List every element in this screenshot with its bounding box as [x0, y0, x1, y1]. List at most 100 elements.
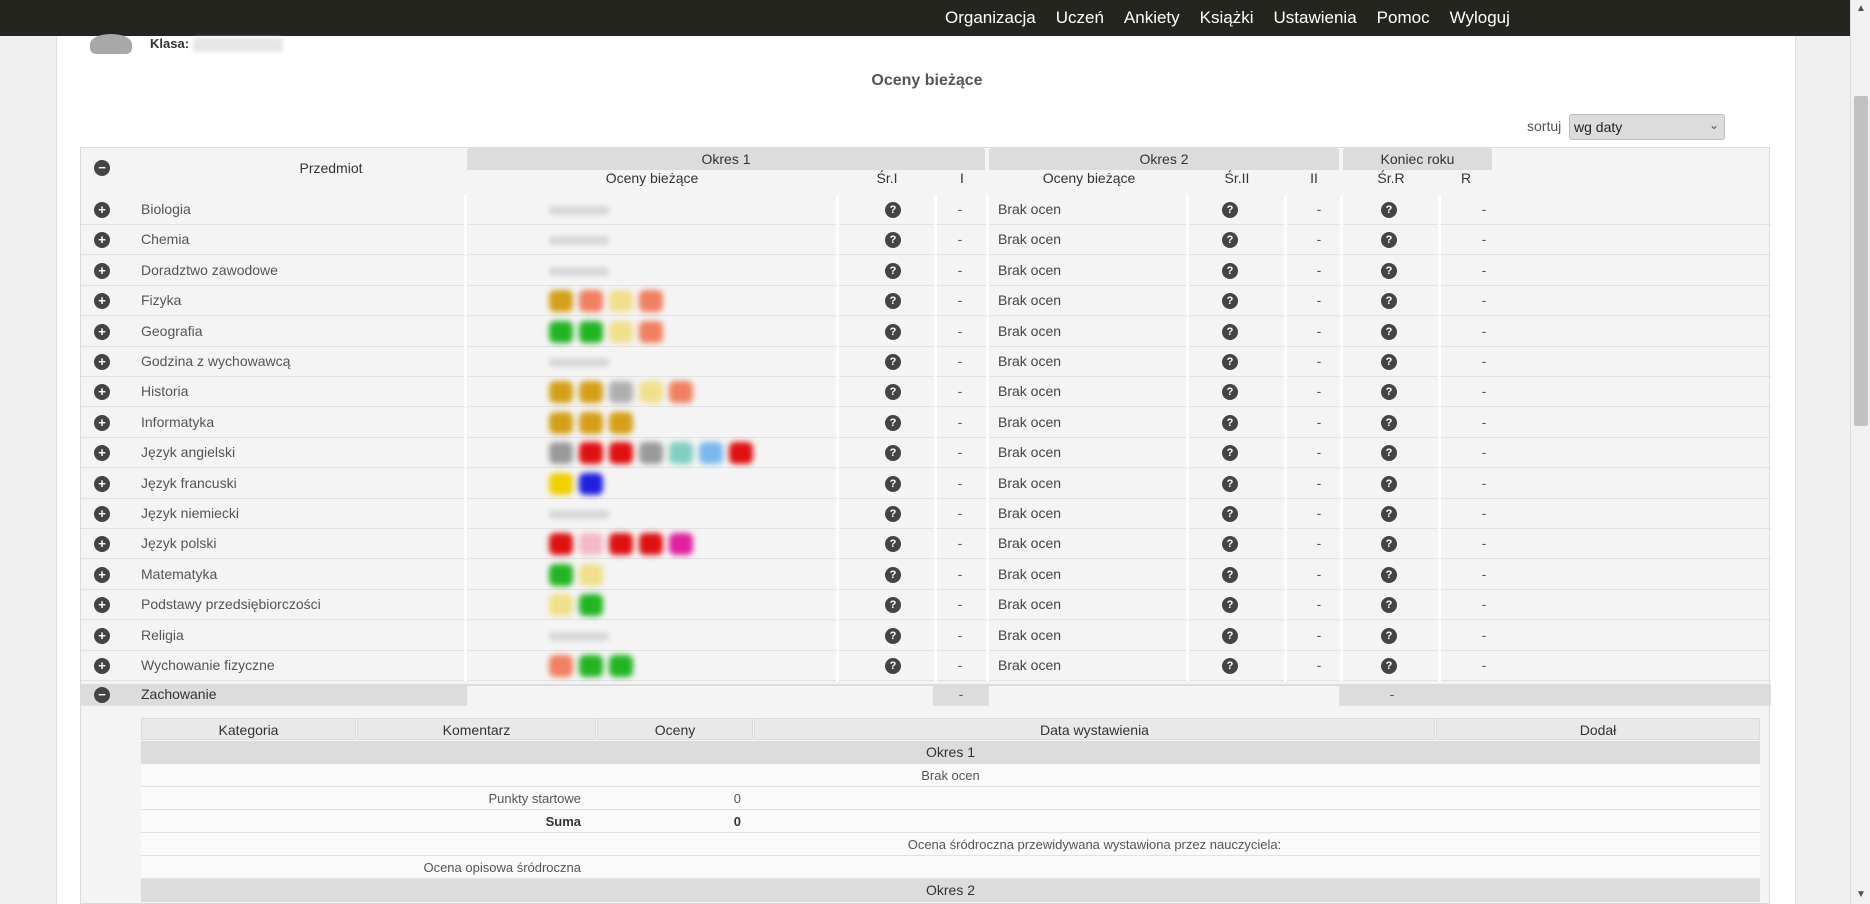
- collapse-zachowanie-icon[interactable]: −: [94, 687, 110, 703]
- grade-chip[interactable]: [609, 321, 633, 343]
- grade-chip[interactable]: [609, 533, 633, 555]
- grade-chip[interactable]: [549, 564, 573, 586]
- help-icon[interactable]: ?: [885, 597, 901, 613]
- grade-chip[interactable]: [579, 655, 603, 677]
- help-icon[interactable]: ?: [1381, 324, 1397, 340]
- help-icon[interactable]: ?: [885, 567, 901, 583]
- grade-chip[interactable]: [549, 655, 573, 677]
- grade-chip[interactable]: [609, 290, 633, 312]
- grade-chip[interactable]: [579, 442, 603, 464]
- help-icon[interactable]: ?: [885, 476, 901, 492]
- grade-chip[interactable]: [549, 473, 573, 495]
- help-icon[interactable]: ?: [1222, 354, 1238, 370]
- help-icon[interactable]: ?: [1381, 384, 1397, 400]
- help-icon[interactable]: ?: [1222, 506, 1238, 522]
- help-icon[interactable]: ?: [1222, 263, 1238, 279]
- grade-chip[interactable]: [549, 381, 573, 403]
- help-icon[interactable]: ?: [1222, 628, 1238, 644]
- nav-item-uczeń[interactable]: Uczeń: [1056, 8, 1104, 28]
- help-icon[interactable]: ?: [1381, 536, 1397, 552]
- help-icon[interactable]: ?: [885, 536, 901, 552]
- grade-chip[interactable]: [669, 442, 693, 464]
- help-icon[interactable]: ?: [1222, 567, 1238, 583]
- help-icon[interactable]: ?: [1222, 536, 1238, 552]
- help-icon[interactable]: ?: [885, 445, 901, 461]
- grade-chip[interactable]: [579, 473, 603, 495]
- grade-chip[interactable]: [639, 442, 663, 464]
- help-icon[interactable]: ?: [885, 202, 901, 218]
- help-icon[interactable]: ?: [885, 263, 901, 279]
- expand-row-icon[interactable]: +: [94, 324, 110, 340]
- nav-item-organizacja[interactable]: Organizacja: [945, 8, 1036, 28]
- grade-chip[interactable]: [549, 533, 573, 555]
- grade-chip[interactable]: [699, 442, 723, 464]
- page-scrollbar[interactable]: ▲ ▼: [1850, 0, 1870, 904]
- grade-chip[interactable]: [639, 381, 663, 403]
- help-icon[interactable]: ?: [1222, 476, 1238, 492]
- sort-select[interactable]: wg daty ⌄: [1569, 114, 1725, 140]
- grade-chip[interactable]: [669, 381, 693, 403]
- help-icon[interactable]: ?: [885, 415, 901, 431]
- grade-chip[interactable]: [579, 594, 603, 616]
- expand-row-icon[interactable]: +: [94, 354, 110, 370]
- expand-row-icon[interactable]: +: [94, 202, 110, 218]
- grade-chip[interactable]: [579, 290, 603, 312]
- help-icon[interactable]: ?: [1381, 232, 1397, 248]
- scroll-up-icon[interactable]: ▲: [1851, 0, 1870, 18]
- grade-chip[interactable]: [579, 533, 603, 555]
- expand-row-icon[interactable]: +: [94, 232, 110, 248]
- help-icon[interactable]: ?: [885, 658, 901, 674]
- expand-row-icon[interactable]: +: [94, 506, 110, 522]
- help-icon[interactable]: ?: [1381, 506, 1397, 522]
- help-icon[interactable]: ?: [1381, 202, 1397, 218]
- help-icon[interactable]: ?: [885, 628, 901, 644]
- help-icon[interactable]: ?: [1381, 263, 1397, 279]
- collapse-all-icon[interactable]: −: [94, 160, 110, 176]
- grade-chip[interactable]: [639, 533, 663, 555]
- help-icon[interactable]: ?: [1222, 445, 1238, 461]
- expand-row-icon[interactable]: +: [94, 628, 110, 644]
- grade-chip[interactable]: [579, 381, 603, 403]
- nav-item-ankiety[interactable]: Ankiety: [1124, 8, 1180, 28]
- help-icon[interactable]: ?: [885, 324, 901, 340]
- help-icon[interactable]: ?: [1222, 658, 1238, 674]
- help-icon[interactable]: ?: [1381, 476, 1397, 492]
- help-icon[interactable]: ?: [1222, 597, 1238, 613]
- expand-row-icon[interactable]: +: [94, 476, 110, 492]
- grade-chip[interactable]: [609, 442, 633, 464]
- grade-chip[interactable]: [609, 412, 633, 434]
- nav-item-pomoc[interactable]: Pomoc: [1377, 8, 1430, 28]
- grade-chip[interactable]: [549, 290, 573, 312]
- expand-row-icon[interactable]: +: [94, 415, 110, 431]
- help-icon[interactable]: ?: [1222, 232, 1238, 248]
- help-icon[interactable]: ?: [1222, 415, 1238, 431]
- help-icon[interactable]: ?: [1222, 293, 1238, 309]
- help-icon[interactable]: ?: [1222, 202, 1238, 218]
- help-icon[interactable]: ?: [885, 384, 901, 400]
- grade-chip[interactable]: [639, 290, 663, 312]
- expand-row-icon[interactable]: +: [94, 567, 110, 583]
- expand-row-icon[interactable]: +: [94, 445, 110, 461]
- help-icon[interactable]: ?: [1381, 628, 1397, 644]
- grade-chip[interactable]: [579, 412, 603, 434]
- help-icon[interactable]: ?: [1381, 445, 1397, 461]
- scrollbar-thumb[interactable]: [1854, 96, 1868, 426]
- grade-chip[interactable]: [549, 442, 573, 464]
- help-icon[interactable]: ?: [885, 506, 901, 522]
- expand-row-icon[interactable]: +: [94, 384, 110, 400]
- help-icon[interactable]: ?: [1381, 415, 1397, 431]
- help-icon[interactable]: ?: [1381, 354, 1397, 370]
- help-icon[interactable]: ?: [1381, 567, 1397, 583]
- help-icon[interactable]: ?: [1381, 658, 1397, 674]
- help-icon[interactable]: ?: [1381, 293, 1397, 309]
- grade-chip[interactable]: [549, 412, 573, 434]
- expand-row-icon[interactable]: +: [94, 597, 110, 613]
- help-icon[interactable]: ?: [1222, 324, 1238, 340]
- help-icon[interactable]: ?: [1381, 597, 1397, 613]
- grade-chip[interactable]: [579, 321, 603, 343]
- grade-chip[interactable]: [609, 381, 633, 403]
- grade-chip[interactable]: [609, 655, 633, 677]
- grade-chip[interactable]: [639, 321, 663, 343]
- grade-chip[interactable]: [579, 564, 603, 586]
- expand-row-icon[interactable]: +: [94, 263, 110, 279]
